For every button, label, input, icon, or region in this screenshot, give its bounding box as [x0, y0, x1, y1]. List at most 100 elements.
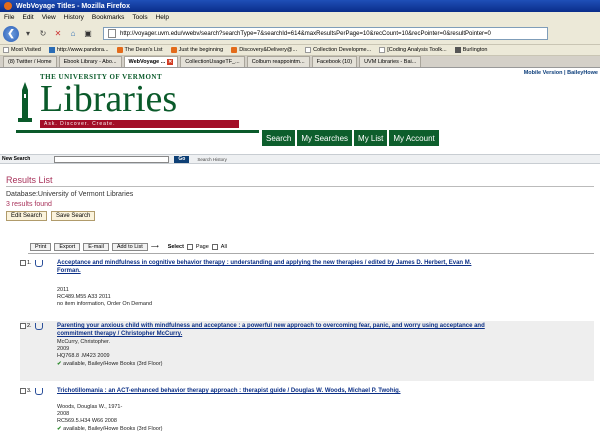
bookmark-item[interactable]: Just the beginning	[170, 47, 223, 53]
add-to-list-button[interactable]: Add to List	[111, 243, 148, 251]
record-author: Woods, Douglas W., 1971-	[57, 404, 123, 410]
site-nav: Search My Searches My List My Account	[262, 130, 439, 146]
nav-my-searches[interactable]: My Searches	[297, 130, 353, 146]
stop-icon[interactable]: ✕	[52, 28, 64, 40]
site-header: Mobile Version | BaileyHowe THE UNIVERSI…	[0, 68, 600, 154]
record-number: 3.	[20, 388, 32, 394]
available-check-icon: ✔	[57, 361, 62, 367]
back-icon[interactable]: ❮	[3, 25, 19, 42]
record-status-row: ✔ available, Bailey/Howe Books (3rd Floo…	[57, 361, 163, 368]
home-icon[interactable]: ⌂	[67, 28, 79, 40]
edit-search-button[interactable]: Edit Search	[6, 211, 48, 221]
select-page-checkbox[interactable]	[186, 244, 193, 250]
record-title-link[interactable]: Trichotillomania : an ACT-enhanced behav…	[57, 387, 494, 395]
feed-icon	[231, 47, 238, 53]
tower-logo-icon	[18, 82, 32, 122]
tab-strip: (8) Twitter / Home Ebook Library - Abo..…	[0, 56, 600, 68]
nav-my-list[interactable]: My List	[354, 130, 388, 146]
tab-twitter[interactable]: (8) Twitter / Home	[3, 56, 57, 67]
record-status: no item information, Order On Demand	[57, 301, 153, 307]
record-status-row: ✔ available, Bailey/Howe Books (3rd Floo…	[57, 426, 163, 433]
result-record: 1. Acceptance and mindfulness in cogniti…	[20, 258, 594, 316]
close-icon[interactable]: ✕	[167, 59, 174, 65]
bookmark-item[interactable]: Most Visited	[3, 47, 41, 53]
bookmark-item[interactable]: Discovery&Delivery@...	[231, 47, 297, 53]
available-check-icon: ✔	[57, 426, 62, 432]
menu-help[interactable]: Help	[156, 14, 169, 21]
tab-ebook-library[interactable]: Ebook Library - Abo...	[58, 56, 122, 67]
pandora-icon	[48, 47, 55, 53]
record-title-link[interactable]: Parenting your anxious child with mindfu…	[57, 322, 494, 338]
menu-tools[interactable]: Tools	[132, 14, 147, 21]
feed-icon	[116, 47, 123, 53]
arrow-icon: ⟶	[150, 244, 159, 250]
email-button[interactable]: E-mail	[83, 243, 109, 251]
menu-edit[interactable]: Edit	[22, 14, 33, 21]
page-content: Mobile Version | BaileyHowe THE UNIVERSI…	[0, 68, 600, 445]
print-button[interactable]: Print	[30, 243, 52, 251]
search-strip: New Search Go Search History	[0, 154, 600, 164]
page-label: Page	[195, 244, 209, 250]
search-input[interactable]	[54, 155, 170, 163]
book-icon	[35, 260, 43, 267]
record-title-link[interactable]: Acceptance and mindfulness in cognitive …	[57, 259, 494, 275]
page-icon	[379, 47, 386, 53]
record-checkbox[interactable]	[20, 388, 26, 394]
record-year: 2008	[57, 411, 70, 417]
mobile-links[interactable]: Mobile Version | BaileyHowe	[524, 70, 598, 76]
book-icon	[35, 388, 43, 395]
reload-icon[interactable]: ↻	[37, 28, 49, 40]
navigation-toolbar: ❮ ▾ ↻ ✕ ⌂ ▣ http://voyager.uvm.edu/vwebv…	[0, 23, 600, 45]
bookmark-item[interactable]: Burlington	[454, 47, 487, 53]
header-divider	[16, 130, 259, 133]
menu-view[interactable]: View	[42, 14, 56, 21]
record-checkbox[interactable]	[20, 323, 26, 329]
url-text: http://voyager.uvm.edu/vwebv/search?sear…	[120, 30, 491, 37]
tab-uvm-libraries[interactable]: UVM Libraries - Bai...	[359, 56, 422, 67]
bookmark-item[interactable]: The Dean's List	[116, 47, 163, 53]
export-button[interactable]: Export	[54, 243, 81, 251]
feed-icon	[170, 47, 177, 53]
url-bar[interactable]: http://voyager.uvm.edu/vwebv/search?sear…	[103, 27, 548, 40]
record-checkbox[interactable]	[20, 260, 26, 266]
record-call-number: RC569.5.H34 W66 2008	[57, 418, 117, 424]
tab-colburn[interactable]: Colburn reappointm...	[246, 56, 310, 67]
record-call-number: RC489.M55 A33 2011	[57, 294, 111, 300]
go-button[interactable]: Go	[174, 155, 190, 163]
book-icon	[35, 323, 43, 330]
new-search-label: New Search	[2, 156, 31, 162]
window-titlebar: WebVoyage Titles - Mozilla Firefox	[0, 0, 600, 12]
record-year: 2009	[57, 346, 70, 352]
nav-my-account[interactable]: My Account	[389, 130, 439, 146]
select-label: Select	[167, 244, 184, 250]
page-icon	[305, 47, 312, 53]
menu-history[interactable]: History	[64, 14, 84, 21]
nav-search[interactable]: Search	[262, 130, 296, 146]
divider	[6, 186, 594, 187]
menu-file[interactable]: File	[4, 14, 14, 21]
menu-bar: File Edit View History Bookmarks Tools H…	[0, 12, 600, 23]
bookmark-page-icon[interactable]: ▣	[82, 28, 94, 40]
dropdown-icon[interactable]: ▾	[22, 28, 34, 40]
search-actions: Edit Search Save Search	[6, 211, 96, 221]
firefox-icon	[4, 2, 12, 10]
tab-collection-usage[interactable]: CollectionUsageTF_...	[180, 56, 245, 67]
results-toolbar: Print Export E-mail Add to List ⟶ Select…	[30, 242, 227, 252]
bookmark-item[interactable]: [Coding Analysis Toolk...	[379, 47, 447, 53]
record-author: McCurry, Christopher.	[57, 339, 111, 345]
select-all-checkbox[interactable]	[211, 244, 218, 250]
record-year: 2011	[57, 287, 69, 293]
save-search-button[interactable]: Save Search	[51, 211, 96, 221]
tab-webvoyage[interactable]: WebVoyage ... ✕	[123, 56, 179, 67]
results-count: 3 results found	[6, 201, 52, 208]
search-history-link[interactable]: Search History	[197, 157, 227, 162]
tab-facebook[interactable]: Facebook (10)	[311, 56, 358, 67]
page-icon	[108, 29, 116, 38]
tagline: Ask. Discover. Create.	[40, 120, 239, 128]
result-record: 3. Trichotillomania : an ACT-enhanced be…	[20, 386, 594, 444]
record-number: 1.	[20, 260, 32, 266]
bookmark-item[interactable]: http://www.pandora...	[48, 47, 109, 53]
menu-bookmarks[interactable]: Bookmarks	[92, 14, 125, 21]
bookmark-item[interactable]: Collection Developme...	[305, 47, 371, 53]
toolbar-divider	[28, 253, 594, 254]
